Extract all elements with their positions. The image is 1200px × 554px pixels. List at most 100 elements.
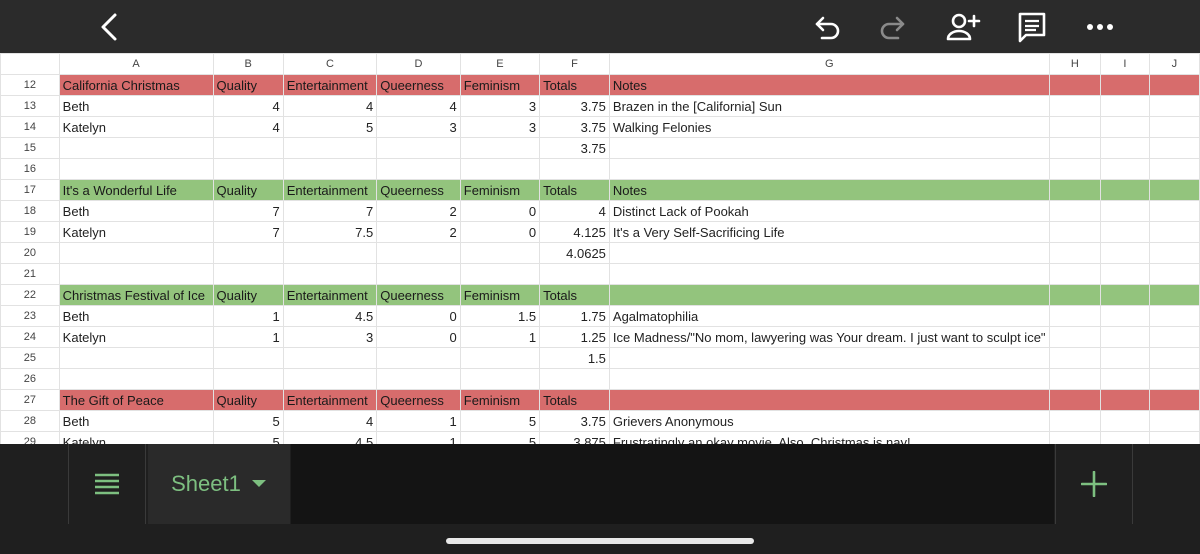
cell-f14[interactable]: 3.75	[539, 116, 610, 138]
row-header[interactable]: 23	[0, 305, 60, 327]
more-options-button[interactable]	[1078, 6, 1122, 48]
cell-e22[interactable]: Feminism	[459, 284, 541, 306]
cell-c17[interactable]: Entertainment	[282, 179, 378, 201]
cell-h12[interactable]	[1048, 74, 1102, 96]
cell-c21[interactable]	[282, 263, 378, 285]
cell-d26[interactable]	[376, 368, 461, 390]
row-header[interactable]: 21	[0, 263, 60, 285]
cell-j17[interactable]	[1148, 179, 1200, 201]
cell-g29[interactable]: Frustratingly an okay movie. Also, Chris…	[608, 431, 1050, 444]
cell-e20[interactable]	[459, 242, 541, 264]
cell-a20[interactable]	[58, 242, 214, 264]
cell-b26[interactable]	[212, 368, 284, 390]
row-header[interactable]: 15	[0, 137, 60, 159]
cell-d27[interactable]: Queerness	[376, 389, 461, 411]
cell-a27[interactable]: The Gift of Peace	[58, 389, 214, 411]
cell-g28[interactable]: Grievers Anonymous	[608, 410, 1050, 432]
cell-c28[interactable]: 4	[282, 410, 378, 432]
cell-h16[interactable]	[1048, 158, 1102, 180]
cell-b14[interactable]: 4	[212, 116, 284, 138]
cell-a29[interactable]: Katelyn	[58, 431, 214, 444]
undo-button[interactable]	[808, 6, 848, 48]
row-header[interactable]: 12	[0, 74, 60, 96]
cell-b12[interactable]: Quality	[212, 74, 284, 96]
cell-b25[interactable]	[212, 347, 284, 369]
cell-f16[interactable]	[539, 158, 610, 180]
cell-j22[interactable]	[1148, 284, 1200, 306]
cell-e18[interactable]: 0	[459, 200, 541, 222]
cell-e26[interactable]	[459, 368, 541, 390]
column-header-e[interactable]: E	[459, 53, 541, 75]
cell-i16[interactable]	[1100, 158, 1150, 180]
cell-f21[interactable]	[539, 263, 610, 285]
cell-e24[interactable]: 1	[459, 326, 541, 348]
cell-d20[interactable]	[376, 242, 461, 264]
cell-f22[interactable]: Totals	[539, 284, 610, 306]
cell-b22[interactable]: Quality	[212, 284, 284, 306]
cell-e14[interactable]: 3	[459, 116, 541, 138]
cell-d22[interactable]: Queerness	[376, 284, 461, 306]
row-header[interactable]: 27	[0, 389, 60, 411]
cell-d24[interactable]: 0	[376, 326, 461, 348]
cell-j24[interactable]	[1148, 326, 1200, 348]
row-header[interactable]: 20	[0, 242, 60, 264]
row-header[interactable]: 19	[0, 221, 60, 243]
column-header-a[interactable]: A	[58, 53, 214, 75]
cell-e28[interactable]: 5	[459, 410, 541, 432]
cell-b29[interactable]: 5	[212, 431, 284, 444]
cell-j18[interactable]	[1148, 200, 1200, 222]
cell-e25[interactable]	[459, 347, 541, 369]
cell-a13[interactable]: Beth	[58, 95, 214, 117]
cell-i20[interactable]	[1100, 242, 1150, 264]
cell-f15[interactable]: 3.75	[539, 137, 610, 159]
cell-e29[interactable]: 5	[459, 431, 541, 444]
cell-g24[interactable]: Ice Madness/"No mom, lawyering was Your …	[608, 326, 1050, 348]
cell-f13[interactable]: 3.75	[539, 95, 610, 117]
cell-a17[interactable]: It's a Wonderful Life	[58, 179, 214, 201]
spreadsheet-grid[interactable]: ABCDEFGHIJ 12 California Christmas Quality…	[0, 53, 1200, 444]
cell-i25[interactable]	[1100, 347, 1150, 369]
cell-b13[interactable]: 4	[212, 95, 284, 117]
cell-f29[interactable]: 3.875	[539, 431, 610, 444]
cell-j19[interactable]	[1148, 221, 1200, 243]
cell-g21[interactable]	[608, 263, 1050, 285]
back-button[interactable]	[88, 6, 130, 48]
cell-d23[interactable]: 0	[376, 305, 461, 327]
cell-d19[interactable]: 2	[376, 221, 461, 243]
redo-button[interactable]	[872, 6, 912, 48]
cell-d12[interactable]: Queerness	[376, 74, 461, 96]
row-header[interactable]: 13	[0, 95, 60, 117]
cell-i14[interactable]	[1100, 116, 1150, 138]
cell-f24[interactable]: 1.25	[539, 326, 610, 348]
cell-j13[interactable]	[1148, 95, 1200, 117]
cell-e23[interactable]: 1.5	[459, 305, 541, 327]
cell-h18[interactable]	[1048, 200, 1102, 222]
cell-i23[interactable]	[1100, 305, 1150, 327]
cell-h26[interactable]	[1048, 368, 1102, 390]
cell-g15[interactable]	[608, 137, 1050, 159]
select-all-corner[interactable]	[0, 53, 60, 75]
cell-b21[interactable]	[212, 263, 284, 285]
cell-f12[interactable]: Totals	[539, 74, 610, 96]
cell-d18[interactable]: 2	[376, 200, 461, 222]
cell-g18[interactable]: Distinct Lack of Pookah	[608, 200, 1050, 222]
cell-b19[interactable]: 7	[212, 221, 284, 243]
cell-c19[interactable]: 7.5	[282, 221, 378, 243]
cell-c14[interactable]: 5	[282, 116, 378, 138]
cell-b23[interactable]: 1	[212, 305, 284, 327]
cell-g26[interactable]	[608, 368, 1050, 390]
row-header[interactable]: 17	[0, 179, 60, 201]
cell-c18[interactable]: 7	[282, 200, 378, 222]
column-header-f[interactable]: F	[539, 53, 610, 75]
cell-a12[interactable]: California Christmas	[58, 74, 214, 96]
cell-h24[interactable]	[1048, 326, 1102, 348]
cell-a22[interactable]: Christmas Festival of Ice	[58, 284, 214, 306]
cell-h22[interactable]	[1048, 284, 1102, 306]
cell-a21[interactable]	[58, 263, 214, 285]
cell-b24[interactable]: 1	[212, 326, 284, 348]
cell-a19[interactable]: Katelyn	[58, 221, 214, 243]
cell-h17[interactable]	[1048, 179, 1102, 201]
row-header[interactable]: 14	[0, 116, 60, 138]
cell-h29[interactable]	[1048, 431, 1102, 444]
cell-j14[interactable]	[1148, 116, 1200, 138]
